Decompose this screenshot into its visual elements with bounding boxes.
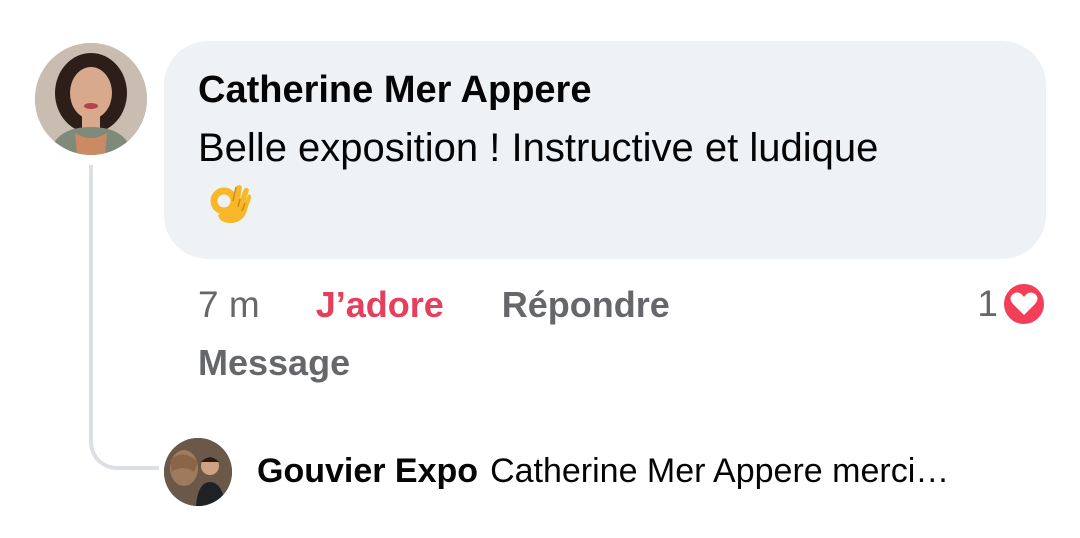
reaction-count: 1 — [977, 283, 998, 324]
comment-body: Belle exposition ! Instructive et ludiqu… — [198, 119, 918, 235]
comment-author[interactable]: Catherine Mer Appere — [198, 67, 1012, 113]
author-avatar[interactable] — [35, 43, 147, 155]
like-button[interactable]: J’adore — [316, 284, 444, 326]
message-button[interactable]: Message — [198, 342, 350, 384]
comment-actions: 7 m J’adore Répondre — [198, 280, 670, 330]
comment-thread: Catherine Mer Appere Belle exposition ! … — [0, 0, 1080, 538]
comment-bubble[interactable]: Catherine Mer Appere Belle exposition ! … — [164, 41, 1046, 259]
heart-reaction-icon — [1002, 282, 1046, 326]
comment-text: Belle exposition ! Instructive et ludiqu… — [198, 126, 879, 170]
reply-author[interactable]: Gouvier Expo — [257, 452, 478, 490]
ok-hand-emoji-icon — [208, 181, 252, 225]
reply-button[interactable]: Répondre — [502, 284, 670, 326]
reply-preview-row[interactable]: Gouvier Expo Catherine Mer Appere merci… — [257, 448, 949, 494]
reply-author-avatar[interactable] — [164, 438, 232, 506]
reply-preview-text: Catherine Mer Appere merci… — [490, 452, 950, 490]
reaction-summary[interactable]: 1 — [977, 280, 1046, 328]
thread-connector-line — [89, 165, 159, 470]
comment-timestamp[interactable]: 7 m — [198, 284, 260, 326]
